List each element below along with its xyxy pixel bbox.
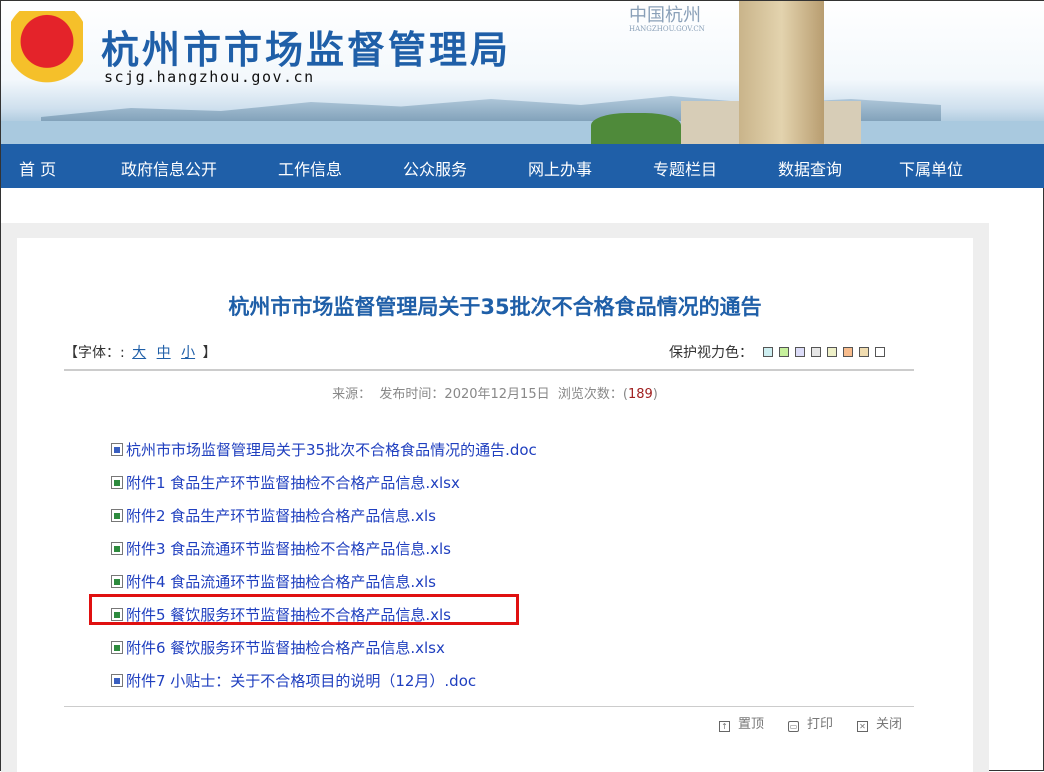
excel-file-icon — [111, 542, 123, 555]
nav-topics[interactable]: 专题栏目 — [653, 156, 717, 180]
color-swatch[interactable] — [843, 347, 853, 357]
attachment-link[interactable]: 杭州市市场监督管理局关于35批次不合格食品情况的通告.doc — [111, 433, 537, 466]
color-swatch[interactable] — [875, 347, 885, 357]
nav-home[interactable]: 首 页 — [19, 156, 56, 180]
close-label: 关闭 — [876, 717, 903, 732]
font-size-label-close: 】 — [202, 345, 217, 361]
attachment-name: 杭州市市场监督管理局关于35批次不合格食品情况的通告.doc — [126, 441, 537, 459]
back-to-top-label: 置顶 — [738, 717, 765, 732]
divider — [64, 706, 914, 707]
attachment-name: 附件4 食品流通环节监督抽检合格产品信息.xls — [126, 573, 436, 591]
highlight-box — [89, 594, 519, 625]
doc-file-icon — [111, 443, 123, 456]
color-swatch[interactable] — [827, 347, 837, 357]
site-url: scjg.hangzhou.gov.cn — [104, 68, 315, 86]
close-button[interactable]: ✕ 关闭 — [857, 713, 902, 732]
attachment-name: 附件6 餐饮服务环节监督抽检合格产品信息.xlsx — [126, 639, 445, 657]
font-large-link[interactable]: 大 — [132, 345, 146, 361]
doc-file-icon — [111, 674, 123, 687]
attachment-link[interactable]: 附件7 小贴士：关于不合格项目的说明（12月）.doc — [111, 664, 537, 697]
trees-banner — [591, 113, 681, 144]
color-swatch[interactable] — [795, 347, 805, 357]
eye-protection-label: 保护视力色： — [669, 345, 753, 361]
excel-file-icon — [111, 575, 123, 588]
print-button[interactable]: ▭ 打印 — [788, 713, 833, 732]
font-medium-link[interactable]: 中 — [157, 345, 171, 361]
attachment-name: 附件2 食品生产环节监督抽检合格产品信息.xls — [126, 507, 436, 525]
attachment-list: 杭州市市场监督管理局关于35批次不合格食品情况的通告.doc 附件1 食品生产环… — [111, 433, 537, 697]
color-swatch[interactable] — [779, 347, 789, 357]
nav-subordinates[interactable]: 下属单位 — [899, 156, 963, 180]
excel-file-icon — [111, 509, 123, 522]
attachment-link[interactable]: 附件3 食品流通环节监督抽检不合格产品信息.xls — [111, 532, 537, 565]
meta-suffix: ) — [652, 387, 658, 402]
eye-protection-colors: 保护视力色： — [669, 342, 885, 362]
print-label: 打印 — [807, 717, 834, 732]
font-small-link[interactable]: 小 — [181, 345, 195, 361]
attachment-link[interactable]: 附件1 食品生产环节监督抽检不合格产品信息.xlsx — [111, 466, 537, 499]
font-size-label: 【字体：: — [64, 345, 125, 361]
hangzhou-logo-url: HANGZHOU.GOV.CN — [629, 25, 705, 33]
arrow-up-icon: ↑ — [719, 721, 730, 732]
nav-data-query[interactable]: 数据查询 — [778, 156, 842, 180]
site-header: 杭州市市场监督管理局 scjg.hangzhou.gov.cn 中国杭州 HANG… — [1, 1, 1044, 144]
attachment-name: 附件3 食品流通环节监督抽检不合格产品信息.xls — [126, 540, 451, 558]
printer-icon: ▭ — [788, 721, 800, 732]
color-swatch[interactable] — [859, 347, 869, 357]
color-swatch[interactable] — [811, 347, 821, 357]
tower-banner — [739, 1, 824, 144]
color-swatch[interactable] — [763, 347, 773, 357]
excel-file-icon — [111, 641, 123, 654]
national-emblem-icon — [11, 11, 83, 87]
hangzhou-logo-text: 中国杭州 — [629, 5, 701, 26]
lake-banner — [1, 121, 1044, 144]
view-count: 189 — [627, 387, 653, 402]
nav-work-info[interactable]: 工作信息 — [278, 156, 342, 180]
nav-public-service[interactable]: 公众服务 — [403, 156, 467, 180]
main-nav: 首 页 政府信息公开 工作信息 公众服务 网上办事 专题栏目 数据查询 下属单位 — [1, 144, 1044, 188]
back-to-top-button[interactable]: ↑ 置顶 — [719, 713, 764, 732]
nav-online-service[interactable]: 网上办事 — [528, 156, 592, 180]
attachment-link[interactable]: 附件2 食品生产环节监督抽检合格产品信息.xls — [111, 499, 537, 532]
font-size-selector: 【字体：: 大 中 小 】 — [64, 342, 217, 362]
attachment-link[interactable]: 附件6 餐饮服务环节监督抽检合格产品信息.xlsx — [111, 631, 537, 664]
attachment-name: 附件7 小贴士：关于不合格项目的说明（12月）.doc — [126, 672, 477, 690]
meta-text: 来源： 发布时间：2020年12月15日 浏览次数：( — [332, 387, 628, 402]
article-title: 杭州市市场监督管理局关于35批次不合格食品情况的通告 — [228, 295, 762, 319]
hangzhou-logo[interactable]: 中国杭州 HANGZHOU.GOV.CN — [567, 1, 705, 33]
divider — [64, 369, 914, 371]
close-icon: ✕ — [857, 721, 869, 732]
article-meta: 来源： 发布时间：2020年12月15日 浏览次数：(189) — [1, 383, 989, 402]
nav-gov-info[interactable]: 政府信息公开 — [121, 156, 217, 180]
article-tools: ↑ 置顶 ▭ 打印 ✕ 关闭 — [719, 713, 902, 732]
attachment-name: 附件1 食品生产环节监督抽检不合格产品信息.xlsx — [126, 474, 460, 492]
site-title: 杭州市市场监督管理局 — [101, 28, 512, 72]
excel-file-icon — [111, 476, 123, 489]
